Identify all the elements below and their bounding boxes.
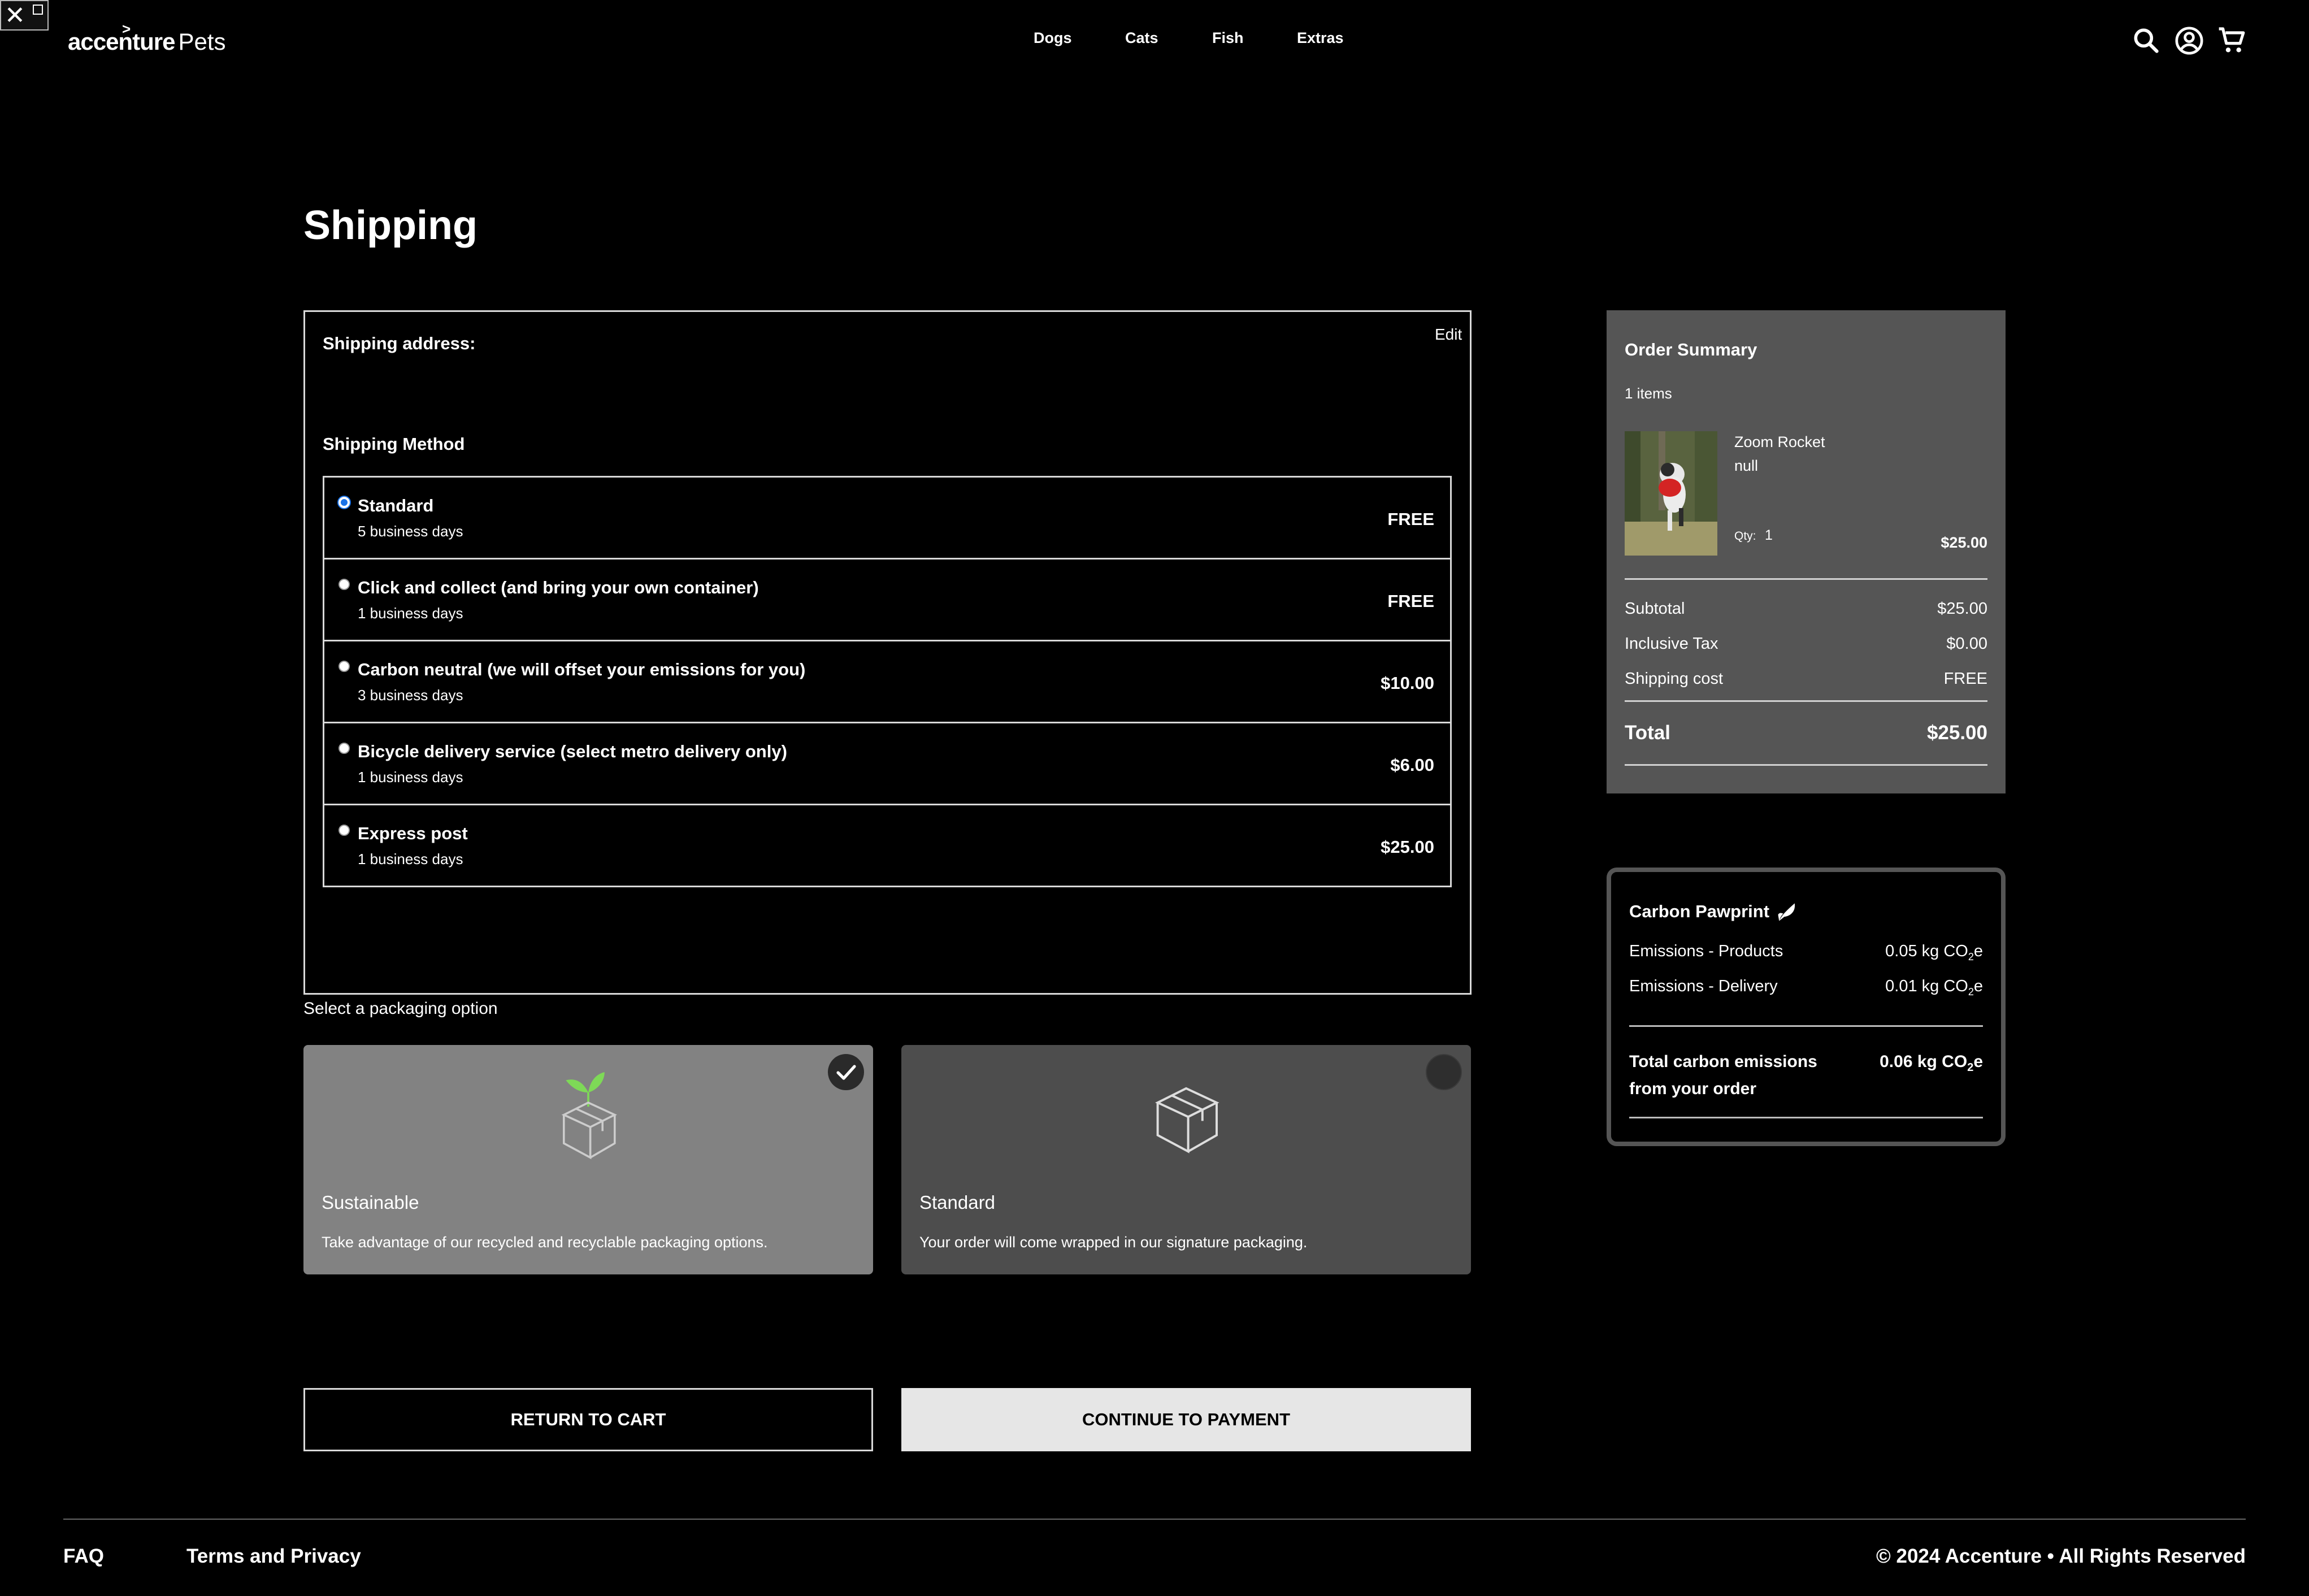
radio[interactable]: [338, 661, 350, 672]
edit-address-link[interactable]: Edit: [1435, 326, 1462, 344]
option-price: $25.00: [1381, 837, 1434, 857]
terms-privacy-link[interactable]: Terms and Privacy: [186, 1545, 361, 1568]
shipping-option-click-collect[interactable]: Click and collect (and bring your own co…: [323, 558, 1452, 641]
option-name: Bicycle delivery service (select metro d…: [358, 741, 787, 761]
divider: [1629, 1025, 1983, 1027]
faq-link[interactable]: FAQ: [63, 1545, 104, 1568]
option-days: 3 business days: [358, 687, 463, 704]
carbon-title: Carbon Pawprint: [1629, 901, 1770, 921]
dev-tools-toggle[interactable]: ✕: [0, 0, 49, 31]
packaging-label: Select a packaging option: [303, 999, 498, 1018]
divider: [1625, 578, 1987, 580]
order-summary-panel: Order Summary 1 items Zoom Rocket null Q…: [1607, 310, 2006, 793]
shipping-option-standard[interactable]: Standard 5 business days FREE: [323, 476, 1452, 560]
packaging-description: Take advantage of our recycled and recyc…: [322, 1234, 768, 1251]
footer-divider: [63, 1519, 2246, 1520]
shipping-cost-value: FREE: [1943, 670, 1987, 688]
shipping-address-label: Shipping address:: [323, 333, 476, 353]
tools-icon: ✕: [5, 2, 25, 29]
option-name: Standard: [358, 496, 434, 515]
option-days: 5 business days: [358, 523, 463, 540]
option-name: Express post: [358, 823, 468, 843]
product-image[interactable]: [1625, 431, 1717, 556]
subtotal-value: $25.00: [1937, 600, 1987, 618]
carbon-pawprint-panel: Carbon Pawprint Emissions - Products 0.0…: [1607, 868, 2006, 1146]
divider: [1625, 700, 1987, 702]
shipping-method-list: Standard 5 business days FREE Click and …: [323, 476, 1452, 887]
emissions-products-label: Emissions - Products: [1629, 942, 1783, 960]
emissions-delivery-label: Emissions - Delivery: [1629, 977, 1778, 995]
packaging-description: Your order will come wrapped in our sign…: [919, 1234, 1308, 1251]
cart-icon[interactable]: [2216, 25, 2248, 57]
return-to-cart-button[interactable]: RETURN TO CART: [303, 1388, 873, 1451]
packaging-option-standard[interactable]: Standard Your order will come wrapped in…: [901, 1045, 1471, 1274]
page-title: Shipping: [303, 203, 478, 248]
order-summary-title: Order Summary: [1625, 340, 1757, 359]
packaging-title: Standard: [919, 1192, 995, 1213]
radio[interactable]: [338, 825, 350, 836]
option-name: Click and collect (and bring your own co…: [358, 578, 759, 597]
tax-value: $0.00: [1946, 635, 1987, 653]
total-label: Total: [1625, 722, 1671, 744]
leaf-icon: [1775, 899, 1800, 924]
option-days: 1 business days: [358, 769, 463, 786]
packaging-title: Sustainable: [322, 1192, 419, 1213]
option-days: 1 business days: [358, 851, 463, 868]
qty-value: 1: [1765, 527, 1773, 543]
search-icon[interactable]: [2130, 25, 2162, 57]
total-value: $25.00: [1926, 722, 1987, 744]
shipping-method-label: Shipping Method: [323, 434, 465, 454]
shipping-option-carbon-neutral[interactable]: Carbon neutral (we will offset your emis…: [323, 640, 1452, 723]
tax-label: Inclusive Tax: [1625, 635, 1718, 653]
radio[interactable]: [338, 579, 350, 590]
divider: [1629, 1117, 1983, 1118]
shipping-option-bicycle[interactable]: Bicycle delivery service (select metro d…: [323, 722, 1452, 805]
account-icon[interactable]: [2173, 25, 2205, 57]
product-name[interactable]: Zoom Rocket: [1734, 433, 1825, 451]
nav-extras[interactable]: Extras: [1297, 29, 1344, 47]
radio[interactable]: [338, 743, 350, 754]
product-price: $25.00: [1941, 534, 1987, 551]
main-nav: Dogs Cats Fish Extras: [0, 29, 2309, 52]
total-emissions-label: Total carbon emissions from your order: [1629, 1052, 1817, 1098]
option-days: 1 business days: [358, 605, 463, 622]
emissions-products-value: 0.05 kg CO2e: [1885, 942, 1983, 962]
option-price: FREE: [1387, 509, 1434, 529]
expand-icon: [33, 5, 43, 15]
product-variant: null: [1734, 457, 1759, 474]
continue-to-payment-button[interactable]: CONTINUE TO PAYMENT: [901, 1388, 1471, 1451]
shipping-option-express[interactable]: Express post 1 business days $25.00: [323, 804, 1452, 887]
divider: [1625, 764, 1987, 766]
option-price: $6.00: [1390, 755, 1434, 775]
option-price: FREE: [1387, 591, 1434, 611]
shipping-cost-label: Shipping cost: [1625, 670, 1724, 688]
nav-dogs[interactable]: Dogs: [1034, 29, 1072, 47]
total-emissions-value: 0.06 kg CO2e: [1880, 1052, 1983, 1074]
option-name: Carbon neutral (we will offset your emis…: [358, 660, 806, 679]
option-price: $10.00: [1381, 673, 1434, 693]
subtotal-label: Subtotal: [1625, 600, 1685, 618]
box-icon: [1135, 1062, 1237, 1164]
qty-label: Qty:: [1734, 530, 1756, 543]
radio-selected[interactable]: [338, 497, 350, 508]
copyright: © 2024 Accenture • All Rights Reserved: [1876, 1545, 2246, 1567]
checkmark-icon: [828, 1054, 864, 1090]
eco-box-icon: [537, 1062, 639, 1164]
item-count: 1 items: [1625, 385, 1672, 402]
nav-fish[interactable]: Fish: [1212, 29, 1244, 47]
packaging-option-sustainable[interactable]: Sustainable Take advantage of our recycl…: [303, 1045, 873, 1274]
unselected-radio-icon: [1426, 1054, 1462, 1090]
nav-cats[interactable]: Cats: [1125, 29, 1158, 47]
emissions-delivery-value: 0.01 kg CO2e: [1885, 977, 1983, 998]
